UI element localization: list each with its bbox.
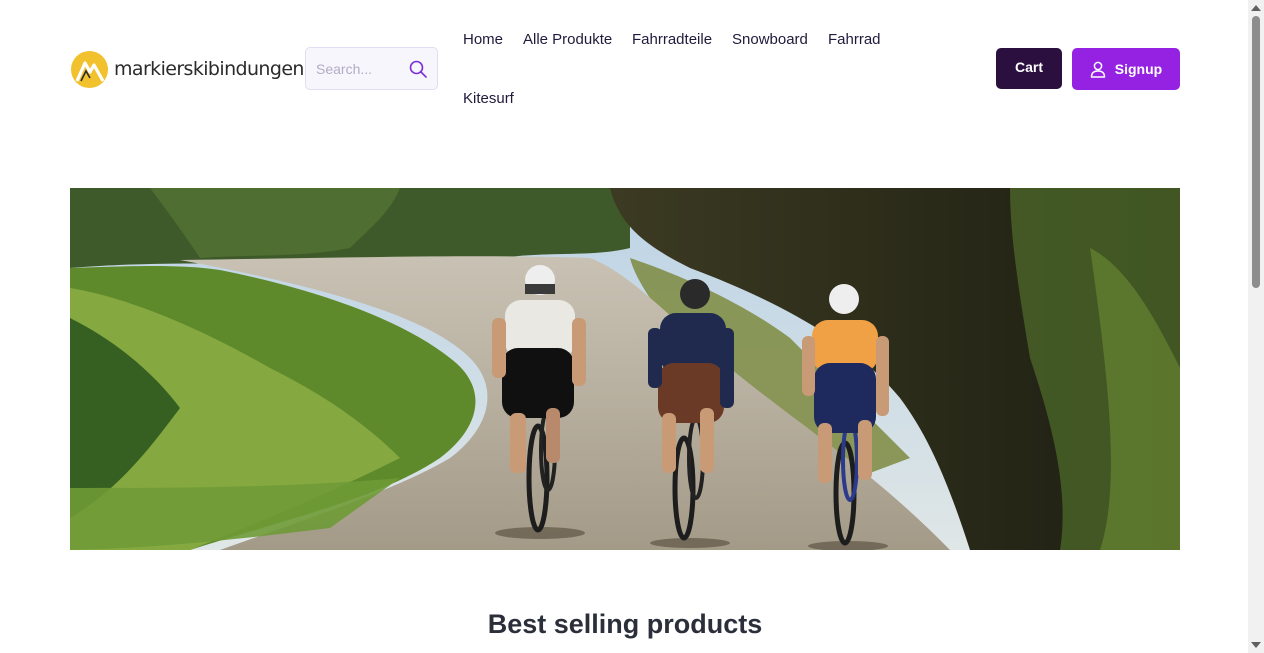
- nav-home[interactable]: Home: [463, 31, 503, 48]
- cart-button-label: Cart: [1014, 59, 1043, 75]
- page: markierskibindungen Home Alle Produkte F…: [0, 0, 1248, 653]
- scroll-up-arrow-icon[interactable]: [1251, 5, 1261, 11]
- logo-text: markierskibindungen: [114, 58, 304, 80]
- scroll-down-arrow-icon[interactable]: [1251, 642, 1261, 648]
- hero-image: [70, 188, 1180, 550]
- nav-fahrrad[interactable]: Fahrrad: [828, 31, 881, 48]
- scrollbar-thumb[interactable]: [1252, 16, 1260, 288]
- cart-button[interactable]: Cart: [996, 48, 1062, 89]
- nav-alle-produkte[interactable]: Alle Produkte: [523, 31, 612, 48]
- logo-icon: [71, 50, 108, 88]
- signup-button[interactable]: Signup: [1072, 48, 1180, 90]
- user-icon: [1090, 61, 1106, 78]
- nav-snowboard[interactable]: Snowboard: [732, 31, 808, 48]
- nav-fahrradteile[interactable]: Fahrradteile: [632, 31, 712, 48]
- search-input[interactable]: [306, 48, 402, 89]
- search-icon[interactable]: [408, 59, 428, 79]
- search-box: [305, 47, 438, 90]
- nav-kitesurf[interactable]: Kitesurf: [463, 90, 514, 107]
- best-selling-title: Best selling products: [487, 609, 763, 639]
- signup-button-label: Signup: [1114, 61, 1163, 77]
- page-scrollbar[interactable]: [1248, 0, 1264, 653]
- site-logo[interactable]: markierskibindungen: [71, 49, 304, 89]
